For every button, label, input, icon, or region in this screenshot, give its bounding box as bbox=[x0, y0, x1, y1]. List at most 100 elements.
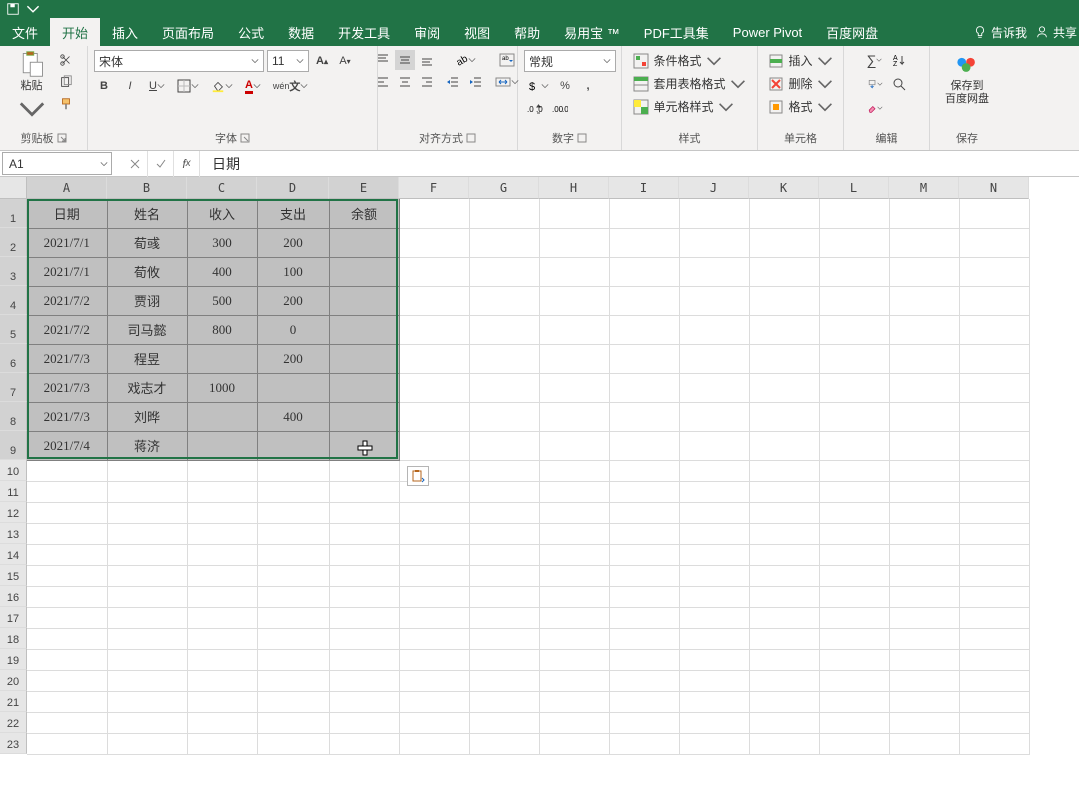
cell[interactable] bbox=[187, 670, 257, 691]
row-header[interactable]: 12 bbox=[0, 502, 27, 523]
cell[interactable] bbox=[539, 565, 609, 586]
cell[interactable] bbox=[257, 373, 329, 402]
row-header[interactable]: 10 bbox=[0, 460, 27, 481]
cell[interactable] bbox=[819, 286, 889, 315]
cell[interactable] bbox=[399, 733, 469, 754]
cell[interactable]: 200 bbox=[257, 344, 329, 373]
cell[interactable] bbox=[257, 712, 329, 733]
cell[interactable] bbox=[399, 228, 469, 257]
cell[interactable] bbox=[959, 257, 1029, 286]
cell[interactable] bbox=[539, 691, 609, 712]
cell[interactable] bbox=[399, 712, 469, 733]
cell[interactable] bbox=[27, 565, 107, 586]
row-header[interactable]: 21 bbox=[0, 691, 27, 712]
cell[interactable] bbox=[959, 523, 1029, 544]
col-header-E[interactable]: E bbox=[329, 177, 399, 199]
delete-cells-button[interactable]: 删除 bbox=[764, 73, 836, 94]
fb-fx[interactable]: fx bbox=[174, 151, 200, 177]
cell[interactable] bbox=[187, 607, 257, 628]
cell[interactable] bbox=[819, 502, 889, 523]
cell[interactable] bbox=[959, 460, 1029, 481]
cell[interactable] bbox=[399, 373, 469, 402]
cell[interactable] bbox=[399, 502, 469, 523]
cell[interactable] bbox=[539, 373, 609, 402]
cell[interactable] bbox=[749, 649, 819, 670]
cell[interactable] bbox=[749, 523, 819, 544]
cell[interactable] bbox=[399, 607, 469, 628]
cell[interactable] bbox=[609, 544, 679, 565]
cell[interactable] bbox=[609, 502, 679, 523]
bold-button[interactable]: B bbox=[94, 76, 114, 96]
tab-file[interactable]: 文件 bbox=[0, 18, 50, 46]
cell[interactable] bbox=[27, 544, 107, 565]
cell[interactable] bbox=[679, 402, 749, 431]
cell[interactable] bbox=[679, 586, 749, 607]
cell[interactable] bbox=[257, 431, 329, 460]
cell[interactable]: 2021/7/3 bbox=[27, 344, 107, 373]
cell[interactable] bbox=[749, 481, 819, 502]
cell[interactable] bbox=[889, 431, 959, 460]
cell[interactable] bbox=[257, 460, 329, 481]
cell[interactable] bbox=[749, 460, 819, 481]
cell[interactable] bbox=[889, 286, 959, 315]
cell[interactable] bbox=[819, 649, 889, 670]
cell[interactable] bbox=[329, 712, 399, 733]
cell[interactable] bbox=[187, 402, 257, 431]
row-header[interactable]: 19 bbox=[0, 649, 27, 670]
tab-view[interactable]: 视图 bbox=[452, 18, 502, 46]
col-header-J[interactable]: J bbox=[679, 177, 749, 199]
cell[interactable] bbox=[749, 628, 819, 649]
cell[interactable] bbox=[609, 691, 679, 712]
col-header-G[interactable]: G bbox=[469, 177, 539, 199]
cell[interactable] bbox=[257, 628, 329, 649]
cell[interactable] bbox=[819, 199, 889, 228]
cell[interactable] bbox=[959, 670, 1029, 691]
cell[interactable] bbox=[749, 586, 819, 607]
col-header-N[interactable]: N bbox=[959, 177, 1029, 199]
select-all-corner[interactable] bbox=[0, 177, 27, 199]
conditional-format-button[interactable]: 条件格式 bbox=[629, 50, 749, 71]
cell[interactable] bbox=[187, 431, 257, 460]
cell[interactable] bbox=[609, 460, 679, 481]
row-header[interactable]: 17 bbox=[0, 607, 27, 628]
cell[interactable] bbox=[539, 199, 609, 228]
cell[interactable] bbox=[329, 565, 399, 586]
col-header-C[interactable]: C bbox=[187, 177, 257, 199]
cell[interactable]: 400 bbox=[257, 402, 329, 431]
cell[interactable] bbox=[819, 607, 889, 628]
cell[interactable] bbox=[609, 402, 679, 431]
align-bottom-button[interactable] bbox=[417, 50, 437, 70]
cell[interactable] bbox=[819, 586, 889, 607]
cell[interactable] bbox=[107, 502, 187, 523]
cell[interactable] bbox=[329, 649, 399, 670]
cell[interactable] bbox=[749, 315, 819, 344]
cell[interactable] bbox=[749, 670, 819, 691]
cell[interactable] bbox=[399, 670, 469, 691]
cell[interactable] bbox=[329, 315, 399, 344]
cell-styles-button[interactable]: 单元格样式 bbox=[629, 96, 749, 117]
row-header[interactable]: 15 bbox=[0, 565, 27, 586]
cell[interactable] bbox=[539, 286, 609, 315]
cell[interactable] bbox=[187, 649, 257, 670]
format-painter-button[interactable] bbox=[56, 94, 76, 114]
cell[interactable] bbox=[539, 344, 609, 373]
cell[interactable] bbox=[469, 431, 539, 460]
cell[interactable] bbox=[539, 315, 609, 344]
cell[interactable] bbox=[749, 431, 819, 460]
cell[interactable] bbox=[469, 586, 539, 607]
cell[interactable] bbox=[27, 712, 107, 733]
row-header[interactable]: 18 bbox=[0, 628, 27, 649]
align-top-button[interactable] bbox=[373, 50, 393, 70]
cell[interactable] bbox=[107, 628, 187, 649]
cell[interactable] bbox=[469, 565, 539, 586]
cell[interactable]: 荀彧 bbox=[107, 228, 187, 257]
cell[interactable] bbox=[819, 628, 889, 649]
formula-bar[interactable]: 日期 bbox=[200, 154, 1079, 174]
cell[interactable] bbox=[749, 402, 819, 431]
cell[interactable] bbox=[107, 565, 187, 586]
cell[interactable] bbox=[959, 286, 1029, 315]
cell[interactable] bbox=[469, 402, 539, 431]
align-middle-button[interactable] bbox=[395, 50, 415, 70]
cell[interactable]: 500 bbox=[187, 286, 257, 315]
cell[interactable] bbox=[959, 586, 1029, 607]
